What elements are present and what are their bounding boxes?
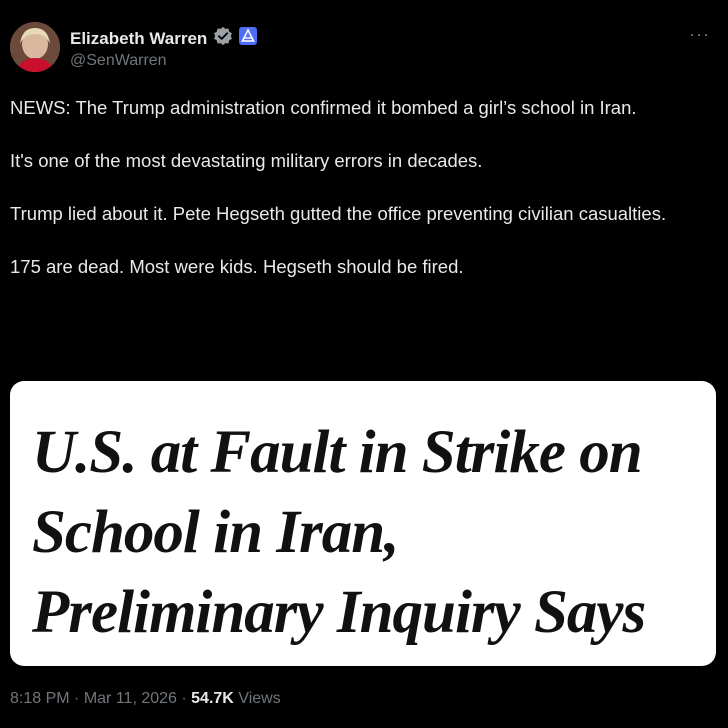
meta-separator: · xyxy=(74,690,80,707)
tweet-paragraph: It's one of the most devastating militar… xyxy=(10,150,483,171)
tweet-header: Elizabeth Warren @SenWarren ··· xyxy=(10,22,718,76)
tweet-meta: 8:18 PM · Mar 11, 2026 · 54.7K Views xyxy=(10,690,281,708)
verified-check-icon xyxy=(213,26,233,51)
author-handle[interactable]: @SenWarren xyxy=(70,52,167,70)
post-date[interactable]: Mar 11, 2026 xyxy=(84,690,177,707)
headline-line: Preliminary Inquiry Says xyxy=(32,579,646,646)
headline-line: School in Iran, xyxy=(32,499,399,566)
headline-line: U.S. at Fault in Strike on xyxy=(32,419,643,486)
author-name[interactable]: Elizabeth Warren xyxy=(70,29,207,49)
tweet-text: NEWS: The Trump administration confirmed… xyxy=(10,94,710,306)
attached-image[interactable]: U.S. at Fault in Strike on School in Ira… xyxy=(10,381,716,666)
us-senate-affiliate-icon[interactable] xyxy=(239,27,258,50)
tweet-paragraph: Trump lied about it. Pete Hegseth gutted… xyxy=(10,203,667,224)
tweet-paragraph: 175 are dead. Most were kids. Hegseth sh… xyxy=(10,256,464,277)
post-time[interactable]: 8:18 PM xyxy=(10,690,70,707)
views-label: Views xyxy=(238,690,281,707)
avatar[interactable] xyxy=(10,22,60,72)
image-headline: U.S. at Fault in Strike on School in Ira… xyxy=(32,413,712,653)
more-options-button[interactable]: ··· xyxy=(689,24,710,45)
meta-separator: · xyxy=(181,690,187,707)
views-count: 54.7K xyxy=(191,690,234,707)
tweet-paragraph: NEWS: The Trump administration confirmed… xyxy=(10,97,637,118)
